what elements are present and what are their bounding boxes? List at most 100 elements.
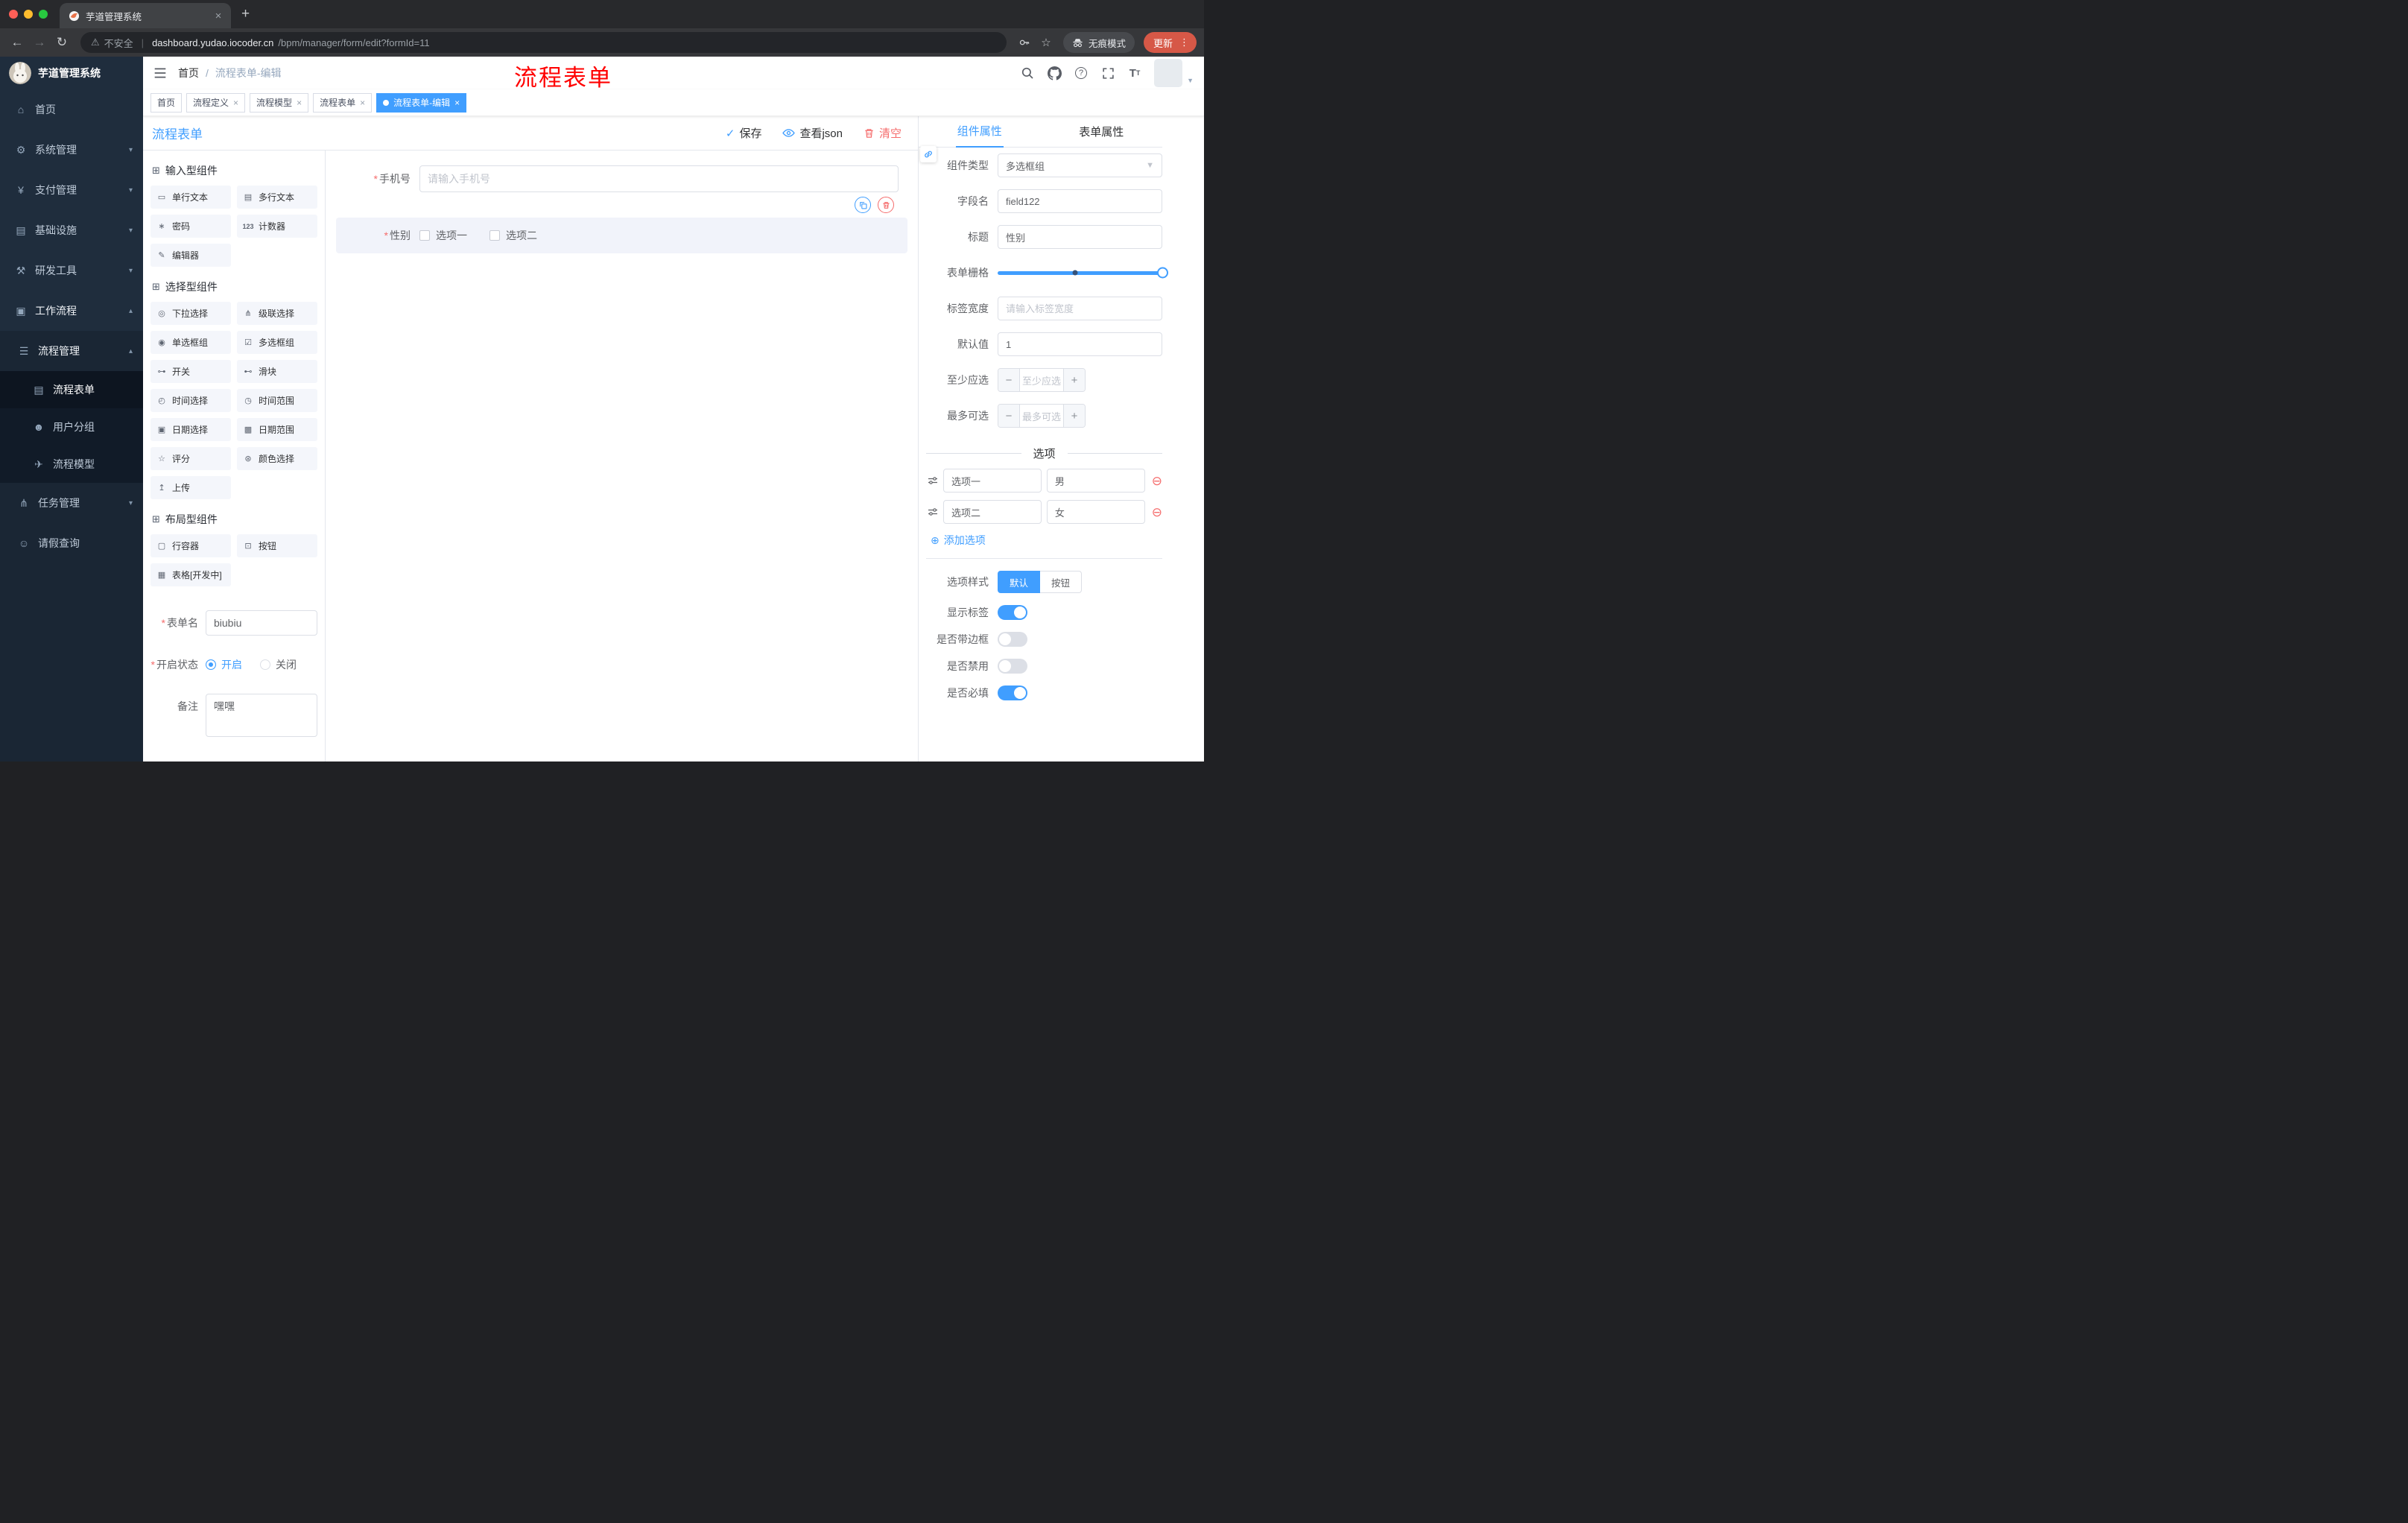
minimize-window-button[interactable] (24, 10, 33, 19)
font-size-icon[interactable]: TT (1127, 66, 1142, 80)
github-icon[interactable] (1047, 66, 1062, 80)
password-key-icon[interactable] (1015, 33, 1034, 52)
drag-handle-icon[interactable] (928, 507, 938, 517)
palette-item-table[interactable]: ▦ 表格[开发中] (150, 563, 231, 586)
close-tag-icon[interactable]: × (454, 98, 460, 108)
form-remark-textarea[interactable]: 嘿嘿 (206, 694, 317, 737)
browser-tab[interactable]: 芋道管理系统 × (60, 3, 231, 28)
hamburger-icon[interactable] (153, 66, 167, 80)
style-button-button[interactable]: 按钮 (1040, 571, 1083, 593)
close-tag-icon[interactable]: × (233, 98, 238, 108)
avatar[interactable] (1154, 59, 1183, 87)
required-toggle[interactable] (998, 685, 1027, 700)
close-tag-icon[interactable]: × (297, 98, 302, 108)
palette-item-dropdown[interactable]: ◎ 下拉选择 (150, 302, 231, 325)
palette-item-date-picker[interactable]: ▣ 日期选择 (150, 418, 231, 441)
option-1-value-input[interactable] (1046, 469, 1145, 493)
label-width-input[interactable] (998, 297, 1162, 320)
help-icon[interactable]: ? (1074, 66, 1089, 80)
breadcrumb-home[interactable]: 首页 (178, 66, 199, 80)
form-name-input[interactable] (206, 610, 317, 636)
sidebar-item-process-management[interactable]: ☰ 流程管理 ▴ (0, 331, 143, 371)
palette-item-switch[interactable]: ⊶ 开关 (150, 360, 231, 383)
new-tab-button[interactable]: + (241, 6, 250, 22)
status-on-radio[interactable]: 开启 (206, 657, 242, 672)
sidebar-item-task-management[interactable]: ⋔ 任务管理 ▾ (0, 483, 143, 523)
palette-item-radio-group[interactable]: ◉ 单选框组 (150, 331, 231, 354)
plus-icon[interactable]: + (1063, 405, 1085, 427)
sidebar-item-user-group[interactable]: ☻ 用户分组 (0, 408, 143, 446)
clear-button[interactable]: 清空 (864, 125, 902, 141)
palette-item-single-line-text[interactable]: ▭ 单行文本 (150, 186, 231, 209)
tab-form-props[interactable]: 表单属性 (1041, 116, 1163, 147)
palette-item-checkbox-group[interactable]: ☑ 多选框组 (237, 331, 317, 354)
sidebar-item-devtools[interactable]: ⚒ 研发工具 ▾ (0, 250, 143, 291)
browser-update-button[interactable]: 更新 ⋮ (1143, 32, 1197, 53)
forward-icon[interactable]: → (30, 33, 49, 52)
option-2-value-input[interactable] (1046, 500, 1145, 524)
zoom-window-button[interactable] (39, 10, 48, 19)
palette-item-cascader[interactable]: ⋔ 级联选择 (237, 302, 317, 325)
minus-icon[interactable]: − (998, 405, 1020, 427)
show-label-toggle[interactable] (998, 605, 1027, 620)
link-icon[interactable] (920, 146, 937, 162)
palette-item-multi-line-text[interactable]: ▤ 多行文本 (237, 186, 317, 209)
close-tab-icon[interactable]: × (212, 9, 225, 22)
tag-process-form[interactable]: 流程表单 × (313, 92, 373, 113)
sidebar-item-home[interactable]: ⌂ 首页 (0, 89, 143, 130)
phone-input[interactable] (419, 165, 899, 192)
palette-item-editor[interactable]: ✎ 编辑器 (150, 244, 231, 267)
status-off-radio[interactable]: 关闭 (260, 657, 297, 672)
option-2-label-input[interactable] (943, 500, 1042, 524)
palette-item-row-container[interactable]: ▢ 行容器 (150, 534, 231, 557)
back-icon[interactable]: ← (7, 33, 27, 52)
reload-icon[interactable]: ↻ (52, 33, 72, 52)
add-option-button[interactable]: ⊕ 添加选项 (931, 533, 1162, 548)
address-bar[interactable]: ⚠ 不安全 | dashboard.yudao.iocoder.cn/bpm/m… (80, 32, 1007, 53)
default-value-input[interactable] (998, 332, 1162, 356)
palette-item-color-picker[interactable]: ⊛ 颜色选择 (237, 447, 317, 470)
remove-option-icon[interactable]: ⊖ (1152, 506, 1162, 519)
remove-option-icon[interactable]: ⊖ (1152, 475, 1162, 487)
palette-item-counter[interactable]: 123 计数器 (237, 215, 317, 238)
slider-handle[interactable] (1157, 267, 1168, 279)
option-1-label-input[interactable] (943, 469, 1042, 493)
tag-process-model[interactable]: 流程模型 × (250, 92, 309, 113)
palette-item-password[interactable]: ∗ 密码 (150, 215, 231, 238)
palette-item-time-picker[interactable]: ◴ 时间选择 (150, 389, 231, 412)
form-grid-slider[interactable] (998, 261, 1168, 285)
drag-handle-icon[interactable] (928, 475, 938, 486)
border-toggle[interactable] (998, 632, 1027, 647)
style-default-button[interactable]: 默认 (998, 571, 1041, 593)
canvas-field-gender-selected[interactable]: * 性别 选项一 选项二 (336, 197, 907, 253)
sidebar-item-payment[interactable]: ¥ 支付管理 ▾ (0, 170, 143, 210)
view-json-button[interactable]: 查看json (782, 125, 843, 141)
sidebar-item-leave-query[interactable]: ☺ 请假查询 (0, 523, 143, 563)
palette-item-date-range[interactable]: ▩ 日期范围 (237, 418, 317, 441)
sidebar-item-workflow[interactable]: ▣ 工作流程 ▴ (0, 291, 143, 331)
gender-option-2-checkbox[interactable]: 选项二 (489, 228, 537, 243)
minus-icon[interactable]: − (998, 369, 1020, 391)
sidebar-item-infrastructure[interactable]: ▤ 基础设施 ▾ (0, 210, 143, 250)
palette-item-rate[interactable]: ☆ 评分 (150, 447, 231, 470)
palette-item-upload[interactable]: ↥ 上传 (150, 476, 231, 499)
fullscreen-icon[interactable] (1100, 66, 1115, 80)
palette-item-button[interactable]: ⊡ 按钮 (237, 534, 317, 557)
tag-process-form-edit[interactable]: 流程表单-编辑 × (376, 92, 467, 113)
tag-process-definition[interactable]: 流程定义 × (186, 92, 246, 113)
disabled-toggle[interactable] (998, 659, 1027, 674)
delete-field-button[interactable] (878, 197, 894, 213)
field-name-input[interactable] (998, 189, 1162, 213)
sidebar-item-system[interactable]: ⚙ 系统管理 ▾ (0, 130, 143, 170)
title-input[interactable] (998, 225, 1162, 249)
gender-option-1-checkbox[interactable]: 选项一 (419, 228, 467, 243)
close-tag-icon[interactable]: × (360, 98, 365, 108)
save-button[interactable]: ✓ 保存 (726, 125, 762, 141)
palette-item-time-range[interactable]: ◷ 时间范围 (237, 389, 317, 412)
tag-home[interactable]: 首页 (150, 92, 183, 113)
bookmark-star-icon[interactable]: ☆ (1036, 33, 1056, 52)
sidebar-item-process-form[interactable]: ▤ 流程表单 (0, 371, 143, 408)
close-window-button[interactable] (9, 10, 18, 19)
component-type-select[interactable]: 多选框组 ▼ (998, 153, 1162, 177)
browser-menu-icon[interactable]: ⋮ (1179, 37, 1189, 48)
